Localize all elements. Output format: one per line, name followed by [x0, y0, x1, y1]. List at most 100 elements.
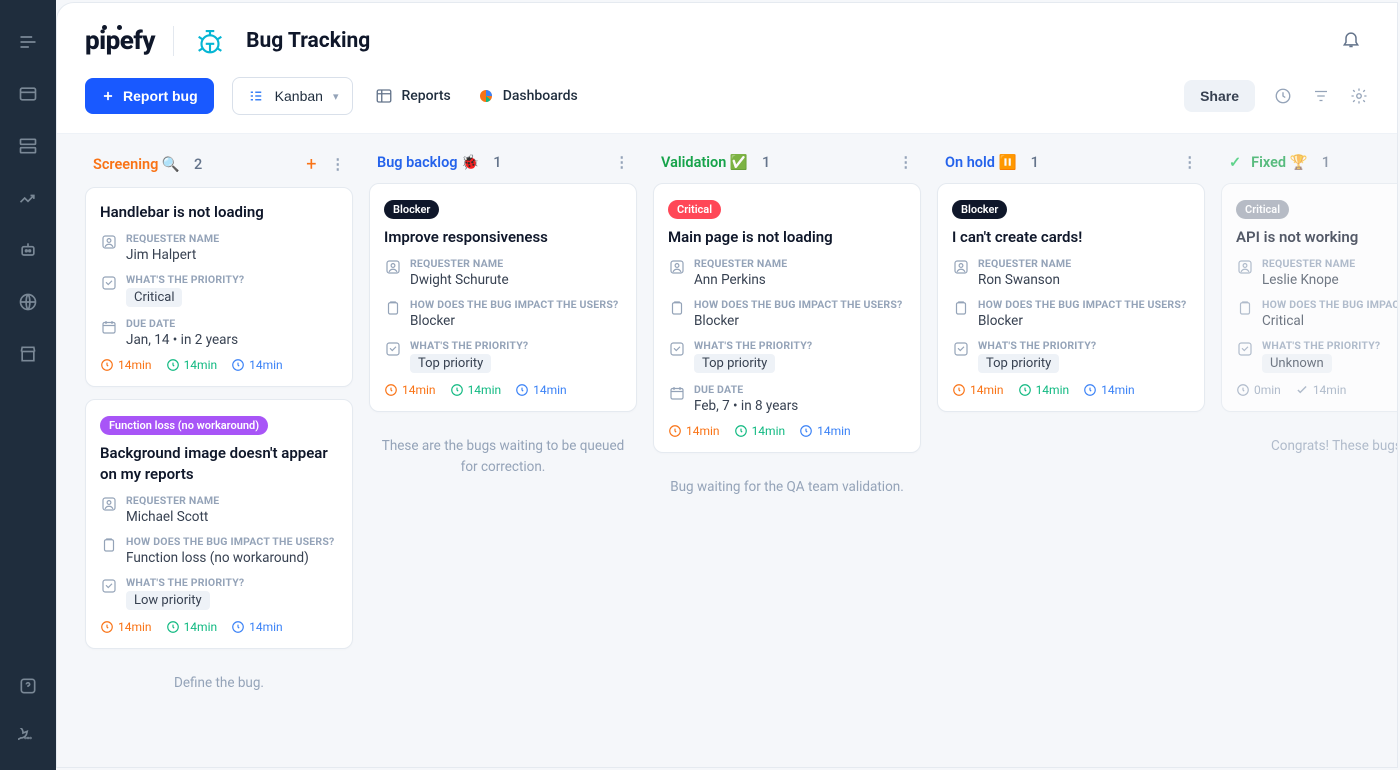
card-field: WHAT'S THE PRIORITY? Low priority [100, 576, 338, 610]
card-title: Handlebar is not loading [100, 202, 338, 222]
reports-link[interactable]: Reports [371, 79, 454, 113]
left-rail [0, 0, 56, 770]
field-icon [100, 318, 118, 336]
card-timers: 14min14min14min [100, 358, 338, 372]
kanban-card[interactable]: Function loss (no workaround) Background … [85, 399, 353, 649]
column-menu-icon[interactable]: ⋮ [895, 154, 918, 171]
card-icon[interactable] [16, 82, 40, 106]
history-icon[interactable] [1273, 86, 1293, 106]
field-value: Jan, 14 • in 2 years [126, 332, 238, 348]
kanban-card[interactable]: BlockerImprove responsiveness REQUESTER … [369, 183, 637, 412]
card-field: REQUESTER NAMEDwight Schurute [384, 257, 622, 288]
field-icon [668, 384, 686, 402]
column-hint: Define the bug. [85, 661, 353, 705]
column-hint: Bug waiting for the QA team validation. [653, 465, 921, 509]
column-menu-icon[interactable]: ⋮ [327, 156, 350, 173]
card-field: WHAT'S THE PRIORITY?Top priority [668, 339, 906, 373]
card-field: HOW DOES THE BUG IMPACT THE USERS?Blocke… [668, 298, 906, 329]
timer: 14min [450, 383, 502, 397]
card-timers: 14min14min14min [668, 424, 906, 438]
column-count: 2 [194, 156, 202, 173]
kanban-column: Validation ✅ 1 ⋮ CriticalMain page is no… [653, 150, 921, 751]
kanban-column: On hold ⏸️ 1 ⋮ Blocker I can't create car… [937, 150, 1205, 751]
column-count: 1 [493, 154, 501, 171]
column-header: Screening 🔍 2 + ⋮ [85, 150, 353, 187]
add-card-button[interactable]: + [306, 154, 316, 175]
field-label: REQUESTER NAME [1262, 257, 1355, 270]
card-tag: Function loss (no workaround) [100, 416, 268, 435]
timer-done: 14min [1295, 383, 1347, 397]
database-icon[interactable] [16, 134, 40, 158]
check-icon: ✓ [1229, 154, 1241, 171]
kanban-card[interactable]: BlockerI can't create cards! REQUESTER N… [937, 183, 1205, 412]
card-field: REQUESTER NAMEMichael Scott [100, 494, 338, 525]
column-menu-icon[interactable]: ⋮ [611, 154, 634, 171]
card-field: WHAT'S THE PRIORITY? Top priority [952, 339, 1190, 373]
field-icon [952, 340, 970, 358]
timer: 14min [166, 620, 218, 634]
field-value: Blocker [978, 313, 1186, 329]
field-value: Blocker [694, 313, 902, 329]
kanban-card[interactable]: CriticalMain page is not loading REQUEST… [653, 183, 921, 453]
card-tag: Critical [1236, 200, 1289, 219]
globe-icon[interactable] [16, 290, 40, 314]
notification-icon[interactable] [1341, 29, 1361, 53]
timer: 14min [384, 383, 436, 397]
card-field: HOW DOES THE BUG IMPACT THE USERS?Functi… [100, 535, 338, 566]
bot-icon[interactable] [16, 238, 40, 262]
field-label: WHAT'S THE PRIORITY? [978, 339, 1096, 352]
chevron-down-icon: ▾ [333, 90, 339, 103]
timer: 14min [1018, 383, 1070, 397]
filter-icon[interactable] [1311, 86, 1331, 106]
settings-icon[interactable] [1349, 86, 1369, 106]
field-value: Low priority [126, 591, 244, 610]
column-hint: Congrats! These bugs are sr [1221, 424, 1397, 468]
app-logo[interactable]: pipefy [85, 26, 155, 56]
timer: 14min [100, 358, 152, 372]
kanban-card[interactable]: Handlebar is not loading REQUESTER NAME J… [85, 187, 353, 387]
divider [173, 26, 174, 56]
card-field: DUE DATEFeb, 7 • in 8 years [668, 383, 906, 414]
field-label: HOW DOES THE BUG IMPACT THE USERS? [978, 298, 1186, 311]
column-count: 1 [1031, 154, 1039, 171]
kanban-column: ✓ Fixed 🏆 1 ⋮ CriticalAPI is not working… [1221, 150, 1397, 751]
view-switcher[interactable]: Kanban ▾ [232, 77, 354, 115]
column-title[interactable]: Screening 🔍 [93, 156, 180, 173]
column-title[interactable]: Fixed 🏆 [1251, 154, 1308, 171]
chat-icon[interactable] [16, 726, 40, 750]
card-field: HOW DOES THE BUG IMPACT THE USERS?Blocke… [384, 298, 622, 329]
column-title[interactable]: On hold ⏸️ [945, 154, 1017, 171]
field-label: WHAT'S THE PRIORITY? [410, 339, 528, 352]
field-icon [668, 340, 686, 358]
share-button[interactable]: Share [1184, 80, 1255, 112]
timer: 14min [1083, 383, 1135, 397]
dashboards-link[interactable]: Dashboards [473, 79, 582, 113]
column-menu-icon[interactable]: ⋮ [1179, 154, 1202, 171]
field-label: WHAT'S THE PRIORITY? [1262, 339, 1380, 352]
column-title[interactable]: Validation ✅ [661, 154, 748, 171]
kanban-card[interactable]: CriticalAPI is not working REQUESTER NAM… [1221, 183, 1397, 412]
card-title: Background image doesn't appear on my re… [100, 443, 338, 484]
main-content: pipefy Bug Tracking Report bug Kanban ▾ … [56, 2, 1398, 768]
store-icon[interactable] [16, 342, 40, 366]
field-label: REQUESTER NAME [126, 232, 219, 245]
menu-icon[interactable] [16, 30, 40, 54]
card-title: I can't create cards! [952, 227, 1190, 247]
report-bug-button[interactable]: Report bug [85, 78, 214, 114]
field-label: WHAT'S THE PRIORITY? [126, 576, 244, 589]
field-icon [952, 299, 970, 317]
field-icon [100, 233, 118, 251]
bug-pipe-icon [192, 23, 228, 59]
field-value: Top priority [410, 354, 528, 373]
analytics-icon[interactable] [16, 186, 40, 210]
field-label: HOW DOES THE BUG IMPACT THE USERS? [126, 535, 334, 548]
timer: 0min [1236, 383, 1281, 397]
column-header: Validation ✅ 1 ⋮ [653, 150, 921, 183]
field-value: Ann Perkins [694, 272, 787, 288]
help-icon[interactable] [16, 674, 40, 698]
field-value: Top priority [978, 354, 1096, 373]
column-title[interactable]: Bug backlog 🐞 [377, 154, 479, 171]
kanban-board[interactable]: Screening 🔍 2 + ⋮ Handlebar is not loadi… [57, 133, 1397, 767]
timer: 14min [100, 620, 152, 634]
pipe-title: Bug Tracking [246, 29, 370, 53]
